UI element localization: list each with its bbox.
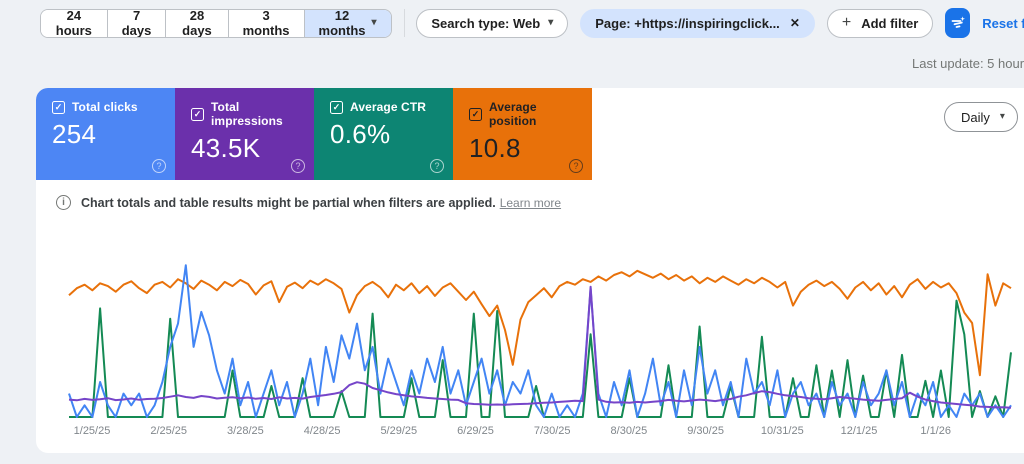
metric-card-total-impressions[interactable]: ✓ Total impressions 43.5K ? [175,88,314,180]
toolbar-divider [404,9,405,37]
partial-data-notice: i Chart totals and table results might b… [56,195,1024,210]
help-icon[interactable]: ? [152,159,166,173]
metric-label: Total impressions [211,100,302,128]
add-filter-label: Add filter [861,16,918,31]
date-range-7-days[interactable]: 7 days [108,10,167,37]
x-axis-labels: 1/25/252/25/253/28/254/28/255/29/256/29/… [65,425,1015,445]
page-filter-label: Page: +https://inspiringclick... [595,16,780,31]
date-range-12-months[interactable]: 12 months ▾ [305,10,391,37]
page-filter-chip[interactable]: Page: +https://inspiringclick... ✕ [580,9,815,38]
metric-value: 0.6% [330,119,441,150]
checkbox-checked-icon[interactable]: ✓ [191,108,204,121]
date-range-label: 12 months [319,9,366,38]
chevron-down-icon: ▾ [1000,112,1005,122]
plus-icon: + [842,14,851,32]
filter-toolbar: 24 hours7 days28 days3 months12 months▾ … [40,8,1024,38]
chevron-down-icon: ▾ [371,18,376,28]
checkbox-checked-icon[interactable]: ✓ [52,101,65,114]
series-average-position-line [69,271,1011,375]
close-icon[interactable]: ✕ [790,16,800,30]
metric-label: Total clicks [72,100,138,114]
x-axis-tick-label: 3/28/25 [213,425,277,437]
date-range-3-months[interactable]: 3 months [229,10,305,37]
metric-value: 254 [52,119,163,150]
x-axis-tick-label: 9/30/25 [674,425,738,437]
metric-card-average-ctr[interactable]: ✓ Average CTR 0.6% ? [314,88,453,180]
date-range-28-days[interactable]: 28 days [166,10,228,37]
date-range-label: 3 months [243,9,290,38]
checkbox-checked-icon[interactable]: ✓ [330,101,343,114]
date-range-label: 7 days [122,9,152,38]
series-total-impressions-line [69,287,1011,408]
search-type-filter[interactable]: Search type: Web ▾ [416,9,568,38]
metric-label: Average CTR [350,100,426,114]
date-range-label: 28 days [180,9,213,38]
granularity-label: Daily [961,110,990,125]
metric-card-average-position[interactable]: ✓ Average position 10.8 ? [453,88,592,180]
metric-card-total-clicks[interactable]: ✓ Total clicks 254 ? [36,88,175,180]
metric-value: 43.5K [191,133,302,164]
x-axis-tick-label: 4/28/25 [290,425,354,437]
help-icon[interactable]: ? [569,159,583,173]
chevron-down-icon: ▾ [548,18,553,28]
date-range-24-hours[interactable]: 24 hours [41,10,108,37]
granularity-dropdown[interactable]: Daily ▾ [944,102,1018,132]
metric-cards-row: ✓ Total clicks 254 ? ✓ Total impressions… [36,88,1024,180]
search-type-label: Search type: Web [431,16,540,31]
x-axis-tick-label: 7/30/25 [520,425,584,437]
help-icon[interactable]: ? [430,159,444,173]
last-update-text: Last update: 5 hours ago [912,56,1024,71]
filter-funnel-icon [949,14,967,32]
x-axis-tick-label: 8/30/25 [597,425,661,437]
filter-settings-button[interactable] [945,8,970,38]
x-axis-tick-label: 5/29/25 [367,425,431,437]
metric-value: 10.8 [469,133,580,164]
date-range-label: 24 hours [55,9,93,38]
metric-label: Average position [489,100,580,128]
x-axis-tick-label: 12/1/25 [827,425,891,437]
reset-filters-link[interactable]: Reset filters [982,16,1024,31]
performance-panel: ✓ Total clicks 254 ? ✓ Total impressions… [36,88,1024,453]
performance-chart[interactable]: 1/25/252/25/253/28/254/28/255/29/256/29/… [65,231,1015,446]
date-range-group: 24 hours 7 days 28 days 3 months 12 months ▾ [40,9,392,38]
learn-more-link[interactable]: Learn more [500,196,561,210]
checkbox-checked-icon[interactable]: ✓ [469,108,482,121]
x-axis-tick-label: 2/25/25 [137,425,201,437]
info-icon: i [56,195,71,210]
x-axis-tick-label: 1/1/26 [904,425,968,437]
trend-lines-chart [65,231,1015,421]
x-axis-tick-label: 6/29/25 [444,425,508,437]
notice-text: Chart totals and table results might be … [81,196,561,210]
add-filter-button[interactable]: + Add filter [827,9,933,38]
x-axis-tick-label: 1/25/25 [60,425,124,437]
help-icon[interactable]: ? [291,159,305,173]
x-axis-tick-label: 10/31/25 [750,425,814,437]
